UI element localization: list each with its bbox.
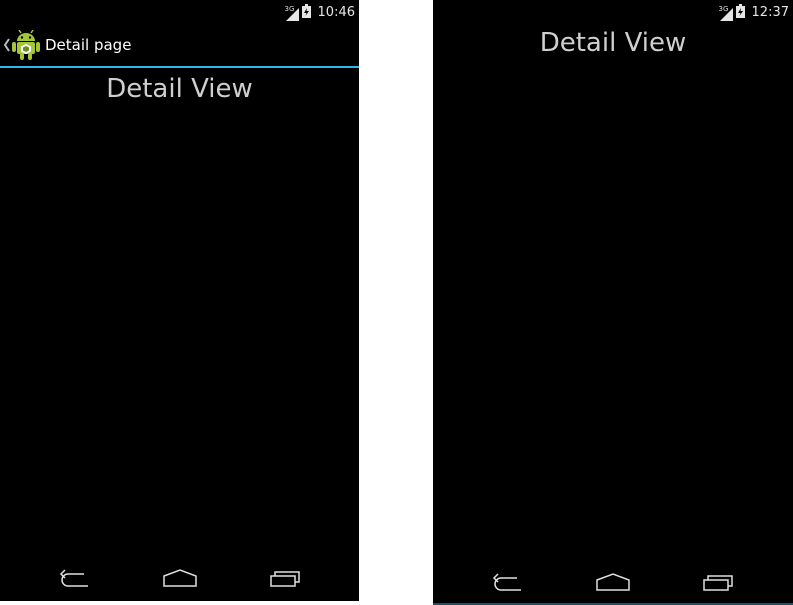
back-icon[interactable] [55, 565, 95, 591]
status-time: 10:46 [317, 5, 355, 20]
action-bar: Detail page [0, 24, 359, 68]
status-icons: 3G 12:37 [719, 3, 789, 22]
action-bar-title: Detail page [45, 36, 132, 54]
detail-view-text: Detail View [106, 74, 253, 104]
phone-screen-right: 3G 12:37 Detail View [433, 0, 793, 605]
phone-screen-left: 3G 10:46 Detail page Detail View [0, 0, 359, 601]
network-type-label: 3G [284, 4, 295, 13]
back-icon[interactable] [488, 569, 528, 595]
status-time: 12:37 [751, 5, 789, 20]
up-caret-icon[interactable] [3, 37, 11, 56]
battery-icon [735, 3, 745, 22]
signal-icon: 3G [718, 4, 733, 21]
home-icon[interactable] [160, 565, 200, 591]
signal-icon: 3G [284, 4, 299, 21]
recents-icon[interactable] [266, 565, 306, 591]
status-bar: 3G 10:46 [0, 0, 359, 24]
network-type-label: 3G [718, 4, 729, 13]
detail-view-text: Detail View [539, 28, 687, 58]
android-app-icon[interactable] [12, 29, 40, 64]
home-icon[interactable] [593, 569, 633, 595]
status-icons: 3G 10:46 [285, 3, 355, 22]
navigation-bar [433, 557, 793, 605]
status-bar: 3G 12:37 [433, 0, 793, 24]
recents-icon[interactable] [699, 569, 739, 595]
navigation-bar [0, 553, 359, 601]
battery-icon [301, 3, 311, 22]
